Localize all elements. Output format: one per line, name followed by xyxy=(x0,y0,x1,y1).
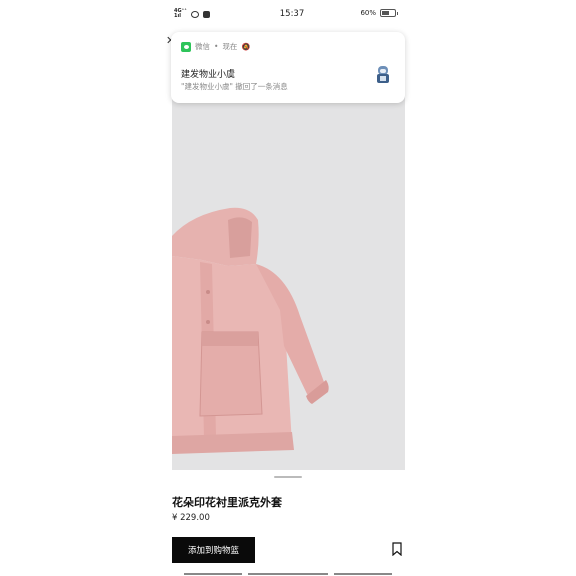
bottom-tab-indicators xyxy=(184,573,392,575)
image-pager-indicator xyxy=(274,476,302,478)
tab-indicator xyxy=(334,573,392,575)
tab-indicator xyxy=(248,573,328,575)
notification-card[interactable]: 微信 • 现在 🔕 建发物业小虞 "建发物业小虞" 撤回了一条消息 xyxy=(171,32,405,103)
avatar xyxy=(377,66,389,83)
notification-body: "建发物业小虞" 撤回了一条消息 xyxy=(181,82,288,91)
bell-icon: 🔕 xyxy=(241,42,251,51)
battery-percent: 60% xyxy=(360,9,376,17)
status-right: 60% xyxy=(360,9,398,17)
add-to-cart-button[interactable]: 添加到购物篮 xyxy=(172,537,255,563)
status-bar: 4G⁺⁺ 1ıl 15:37 60% xyxy=(164,0,420,28)
product-image[interactable] xyxy=(172,96,405,470)
notification-app-name: 微信 xyxy=(195,42,210,51)
bookmark-icon[interactable] xyxy=(392,542,402,556)
battery-icon xyxy=(380,9,398,17)
notification-header: 微信 • 现在 🔕 xyxy=(181,41,250,52)
notification-separator: • xyxy=(214,42,219,51)
battery-fill xyxy=(382,11,390,15)
coat-shape xyxy=(172,207,329,454)
notification-title: 建发物业小虞 xyxy=(181,70,236,80)
phone-screen: 4G⁺⁺ 1ıl 15:37 60% ✕ xyxy=(164,0,420,576)
product-price: ¥ 229.00 xyxy=(172,513,210,523)
notification-time: 现在 xyxy=(222,42,238,51)
tab-indicator xyxy=(184,573,242,575)
product-title: 花朵印花衬里派克外套 xyxy=(172,496,282,509)
wechat-icon xyxy=(181,41,191,52)
coat-illustration xyxy=(172,207,329,454)
